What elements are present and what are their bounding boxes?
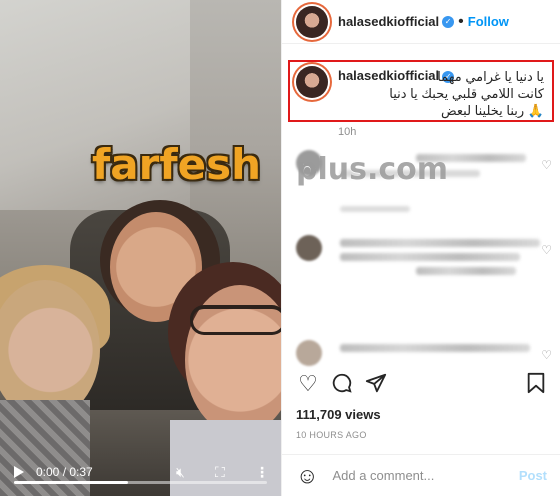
share-icon[interactable] xyxy=(364,372,388,396)
caption-time: 10h xyxy=(338,126,357,138)
heart-icon[interactable]: ♡ xyxy=(541,158,552,172)
watermark-logo: farfesh xyxy=(92,140,261,189)
caption-line-3: 🙏 ربنا يخلينا لبعض xyxy=(440,103,544,118)
video-player[interactable]: 0:00 / 0:37 🔇︎ ⛶ ⋮ xyxy=(0,0,281,496)
avatar[interactable] xyxy=(296,5,328,38)
comment-text-blurred xyxy=(416,267,516,275)
caption-line-2: كانت اللامي قلبي يحبك يا دنيا xyxy=(389,86,544,101)
comment-item: ♡ xyxy=(296,235,556,275)
verified-icon: ✓ xyxy=(442,15,455,28)
video-controls: 0:00 / 0:37 🔇︎ ⛶ ⋮ xyxy=(0,448,281,496)
video-progress-bar[interactable] xyxy=(14,481,267,484)
heart-icon[interactable]: ♡ xyxy=(541,243,552,257)
comment-avatar xyxy=(296,235,322,261)
separator-dot: • xyxy=(458,12,464,30)
follow-button[interactable]: Follow xyxy=(468,14,509,29)
post-header: halasedkiofficial ✓ • Follow xyxy=(282,0,560,44)
post-button[interactable]: Post xyxy=(519,468,547,483)
mute-icon[interactable]: 🔇︎ xyxy=(176,464,185,481)
posted-time: 10 HOURS AGO xyxy=(296,430,367,440)
header-username[interactable]: halasedkiofficial xyxy=(338,14,439,29)
post-panel: halasedkiofficial ✓ • Follow halasedkiof… xyxy=(281,0,560,496)
fullscreen-icon[interactable]: ⛶ xyxy=(215,464,225,481)
video-progress-fill xyxy=(14,481,128,484)
pray-emoji: 🙏 xyxy=(527,103,544,118)
views-count: 111,709 views xyxy=(296,407,381,422)
emoji-icon[interactable]: ☺ xyxy=(296,463,318,488)
post-actions: ♡ xyxy=(296,372,548,396)
caption-avatar[interactable] xyxy=(296,66,328,98)
watermark-domain: plus.com xyxy=(296,152,449,187)
comment-input[interactable] xyxy=(332,468,513,483)
save-icon[interactable] xyxy=(524,372,548,396)
comment-avatar xyxy=(296,340,322,366)
more-icon[interactable]: ⋮ xyxy=(255,464,269,481)
heart-icon[interactable]: ♡ xyxy=(296,372,320,396)
comment-icon[interactable] xyxy=(330,372,354,396)
comment-meta-blurred xyxy=(340,206,410,212)
caption-line-1: يا دنيا يا غرامي مهما xyxy=(437,69,544,84)
comment-bar: ☺ Post xyxy=(282,454,560,496)
video-time: 0:00 / 0:37 xyxy=(36,465,93,479)
heart-icon[interactable]: ♡ xyxy=(541,348,552,362)
comment-text-blurred xyxy=(340,239,540,247)
play-icon[interactable] xyxy=(14,466,24,478)
glasses xyxy=(190,305,281,335)
comment-text-blurred xyxy=(340,253,520,261)
comment-item: ♡ xyxy=(296,340,556,376)
comment-text-blurred xyxy=(340,344,530,352)
